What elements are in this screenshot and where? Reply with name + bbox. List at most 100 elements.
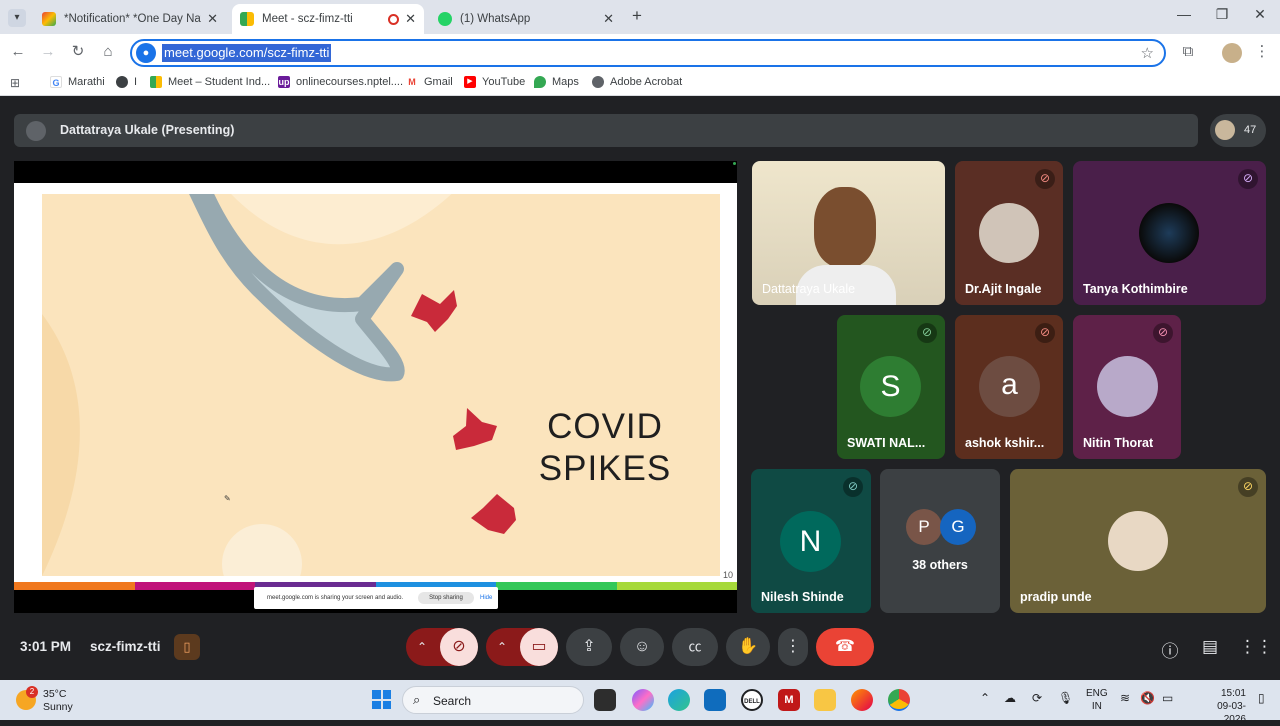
wifi-icon[interactable]: ≋ (1120, 691, 1130, 705)
minimize-icon[interactable]: — (1174, 6, 1194, 22)
battery-icon[interactable]: ▭ (1162, 691, 1173, 705)
tab-whatsapp[interactable]: (1) WhatsApp ✕ (430, 4, 622, 34)
mic-off-icon: ⊘ (917, 323, 937, 343)
host-controls-icon[interactable]: ▯ (174, 634, 200, 660)
chevron-up-icon: ⌃ (497, 640, 508, 654)
camera-off-icon[interactable]: ▭ (520, 628, 558, 666)
chevron-up-icon: ⌃ (417, 640, 428, 654)
present-screen-icon[interactable]: ⇪ (566, 628, 612, 666)
tab-gmail[interactable]: *Notification* *One Day Nation ✕ (34, 4, 226, 34)
notifications-icon[interactable]: ▯ (1258, 691, 1265, 705)
bookmark-i[interactable]: I (116, 76, 137, 88)
apps-icon[interactable]: ⊞ (10, 76, 20, 90)
end-call-button[interactable]: ☎ (816, 628, 874, 666)
whatsapp-icon (438, 12, 452, 26)
tab-meet[interactable]: Meet - scz-fimz-tti ✕ (232, 4, 424, 34)
bookmark-youtube[interactable]: ▶ YouTube (464, 76, 525, 88)
close-tab-icon[interactable]: ✕ (603, 11, 614, 27)
bookmark-marathi[interactable]: G Marathi (50, 76, 105, 88)
chevron-up-icon[interactable]: ⌃ (980, 691, 990, 705)
mcafee-icon[interactable]: M (778, 689, 800, 711)
taskbar-search[interactable]: ⌕ Search (402, 686, 584, 714)
activity-dot (733, 162, 736, 165)
participant-tile[interactable]: ⊘ S SWATI NAL... (837, 315, 945, 459)
url-text[interactable]: meet.google.com/scz-fimz-tti (162, 44, 332, 62)
reload-icon[interactable]: ↻ (68, 42, 88, 62)
slide-page-number: 10 (722, 570, 733, 580)
task-view-icon[interactable] (594, 689, 616, 711)
mic-off-icon: ⊘ (1035, 169, 1055, 189)
bookmark-label: I (134, 76, 138, 88)
globe-icon (592, 76, 604, 88)
participant-avatar (979, 203, 1039, 263)
others-tile[interactable]: P G 38 others (880, 469, 1000, 613)
participant-tile[interactable]: Dattatraya Ukale (752, 161, 945, 305)
close-window-icon[interactable]: ✕ (1250, 6, 1270, 23)
file-explorer-icon[interactable] (814, 689, 836, 711)
tab-title: *Notification* *One Day Nation (64, 13, 201, 25)
emoji-icon[interactable]: ☺ (620, 628, 664, 666)
windows-taskbar: 2 35°C Sunny ⌕ Search DELL M ⌃ ☁ ⟳ 🎙 ENG… (0, 680, 1280, 725)
back-icon[interactable]: ← (8, 42, 28, 62)
firefox-icon[interactable] (851, 689, 873, 711)
copilot-icon[interactable] (632, 689, 654, 711)
sync-icon[interactable]: ⟳ (1032, 691, 1042, 705)
bookmark-maps[interactable]: Maps (534, 76, 579, 88)
address-bar[interactable]: ● meet.google.com/scz-fimz-tti ☆ (130, 39, 1166, 67)
new-tab-button[interactable]: + (632, 6, 642, 26)
tab-title: (1) WhatsApp (460, 13, 531, 25)
participants-button[interactable]: 47 (1210, 114, 1266, 147)
bookmark-nptel[interactable]: up onlinecourses.nptel.... (278, 76, 403, 88)
chat-icon[interactable]: ▤ (1199, 637, 1221, 657)
participant-name: ashok kshir... (965, 436, 1045, 450)
activities-icon[interactable]: ⋮⋮ (1239, 637, 1273, 657)
taskbar-clock[interactable]: 15:01 09-03-2026 (1212, 687, 1246, 726)
slide-canvas: COVID SPIKES ✎ (42, 194, 720, 576)
language-indicator[interactable]: ENG IN (1086, 687, 1108, 713)
raise-hand-icon[interactable]: ✋ (726, 628, 770, 666)
gmail-icon (42, 12, 56, 26)
participant-tile[interactable]: ⊘ a ashok kshir... (955, 315, 1063, 459)
bookmark-gmail[interactable]: M Gmail (406, 76, 453, 88)
microphone-icon[interactable]: 🎙 (1058, 691, 1073, 705)
shared-screen[interactable]: COVID SPIKES ✎ 10 meet.google.com is sha… (14, 161, 737, 613)
slide-title: COVID SPIKES (530, 406, 680, 490)
restore-icon[interactable]: ❐ (1212, 6, 1232, 23)
forward-icon[interactable]: → (38, 42, 58, 62)
participant-tile[interactable]: ⊘ N Nilesh Shinde (751, 469, 871, 613)
chrome-icon[interactable] (888, 689, 910, 711)
bookmark-adobe[interactable]: Adobe Acrobat (592, 76, 682, 88)
stop-sharing-button[interactable]: Stop sharing (418, 592, 474, 604)
close-tab-icon[interactable]: ✕ (207, 11, 218, 27)
menu-icon[interactable]: ⋮ (1252, 42, 1272, 62)
home-icon[interactable]: ⌂ (98, 42, 118, 62)
participant-tile[interactable]: ⊘ Tanya Kothimbire (1073, 161, 1266, 305)
bookmark-star-icon[interactable]: ☆ (1141, 44, 1154, 62)
participant-tile[interactable]: ⊘ Nitin Thorat (1073, 315, 1181, 459)
screen-share-notice: meet.google.com is sharing your screen a… (254, 587, 498, 609)
mic-options-button[interactable]: ⌃ ⊘ (406, 628, 478, 666)
participant-tile[interactable]: ⊘ pradip unde (1010, 469, 1266, 613)
captions-icon[interactable]: ㏄ (672, 628, 718, 666)
others-count: 38 others (912, 558, 968, 572)
info-icon[interactable]: ⓘ (1159, 637, 1181, 662)
profile-avatar[interactable] (1222, 43, 1242, 63)
onedrive-icon[interactable]: ☁ (1004, 691, 1016, 705)
extensions-icon[interactable]: ⧉ (1178, 42, 1198, 62)
more-options-icon[interactable]: ⋮ (778, 628, 808, 666)
store-icon[interactable] (704, 689, 726, 711)
participant-tile[interactable]: ⊘ Dr.Ajit Ingale (955, 161, 1063, 305)
mic-icon[interactable]: ● (136, 43, 156, 63)
camera-options-button[interactable]: ⌃ ▭ (486, 628, 558, 666)
volume-mute-icon[interactable]: 🔇 (1140, 691, 1155, 705)
start-icon[interactable] (372, 690, 391, 709)
edge-icon[interactable] (668, 689, 690, 711)
participant-avatar (1215, 120, 1235, 140)
dell-icon[interactable]: DELL (741, 689, 763, 711)
hide-button[interactable]: Hide (480, 595, 492, 601)
participant-initial: N (780, 511, 841, 572)
mic-off-icon[interactable]: ⊘ (440, 628, 478, 666)
tab-search-button[interactable]: ▾ (8, 9, 26, 27)
bookmark-meet-student[interactable]: Meet – Student Ind... (150, 76, 270, 88)
close-tab-icon[interactable]: ✕ (405, 11, 416, 27)
